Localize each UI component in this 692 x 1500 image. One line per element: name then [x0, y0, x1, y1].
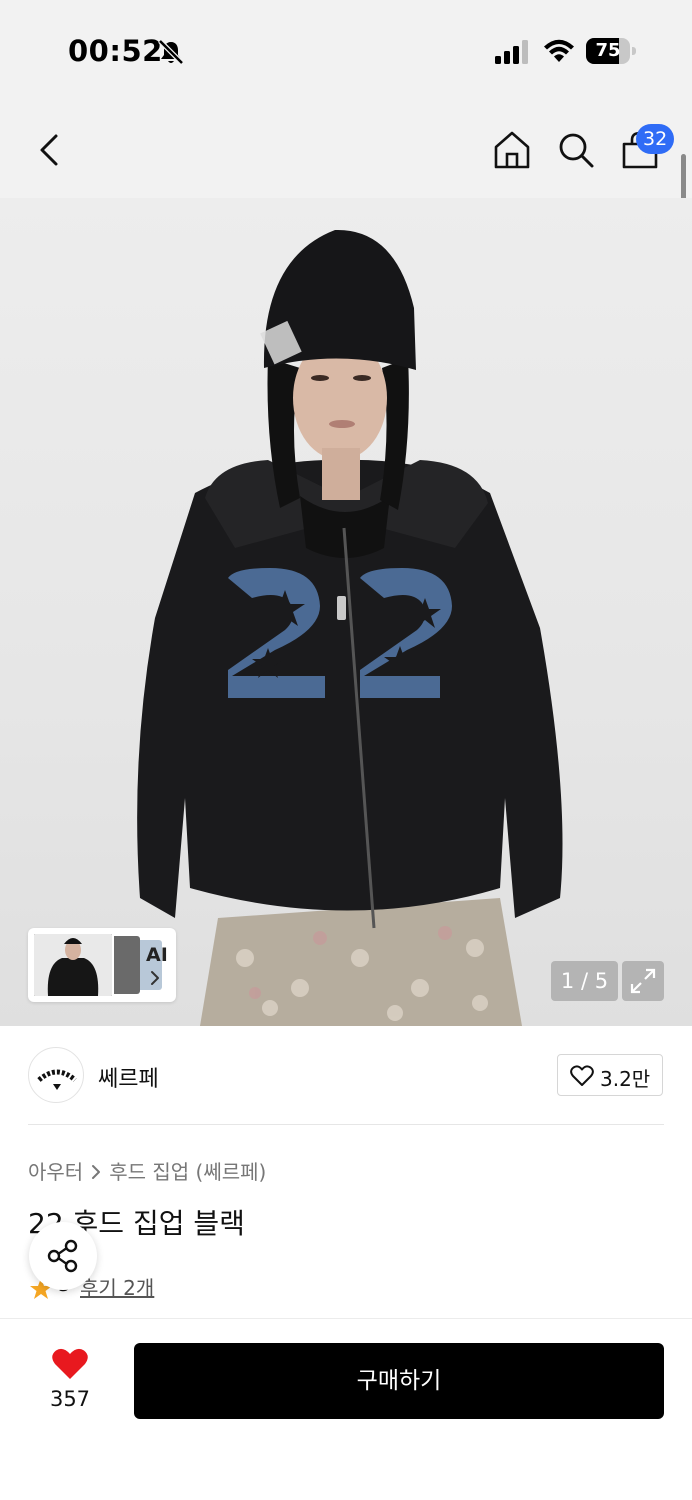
- search-icon[interactable]: [554, 128, 598, 172]
- wishlist-button[interactable]: 357: [30, 1345, 110, 1419]
- chevron-right-icon: [92, 1165, 101, 1179]
- ai-thumbnail-card[interactable]: AI: [28, 928, 176, 1002]
- share-button[interactable]: [29, 1222, 97, 1290]
- back-arrow-icon[interactable]: [30, 128, 70, 172]
- home-icon[interactable]: [490, 128, 534, 172]
- cellular-signal-icon: [495, 40, 528, 64]
- brand-row: 쎄르페 3.2만: [0, 1026, 692, 1126]
- heart-filled-icon: [52, 1348, 88, 1379]
- wishlist-count: 357: [49, 1387, 91, 1411]
- battery-level: 75: [595, 40, 621, 61]
- product-image[interactable]: [0, 198, 692, 1026]
- review-link[interactable]: 후기 2개: [80, 1272, 154, 1301]
- wifi-icon: [544, 39, 574, 62]
- bell-off-icon: [158, 39, 184, 65]
- product-photo: [137, 229, 563, 1026]
- breadcrumb-category[interactable]: 아우터: [28, 1160, 83, 1184]
- divider: [28, 1124, 664, 1125]
- brand-name[interactable]: 쎄르페: [98, 1061, 159, 1093]
- breadcrumb-subcategory[interactable]: 후드 집업 (쎄르페): [109, 1160, 266, 1184]
- brand-logo[interactable]: [28, 1047, 84, 1103]
- thumbnail-1: [32, 932, 114, 998]
- share-icon: [47, 1239, 78, 1273]
- battery-indicator: 75: [586, 38, 636, 64]
- expand-icon: [630, 968, 656, 994]
- cart-count-badge: 32: [636, 124, 675, 154]
- status-bar: 00:52 75: [0, 0, 692, 100]
- thumbnail-2: [110, 936, 140, 994]
- top-nav-bar: [0, 100, 692, 198]
- buy-button[interactable]: 구매하기: [134, 1343, 664, 1419]
- bottom-action-bar: 357 구매하기: [0, 1318, 692, 1500]
- brand-like-button[interactable]: 3.2만: [557, 1054, 663, 1096]
- image-page-indicator: 1 / 5: [551, 961, 618, 1001]
- brand-like-count: 3.2만: [600, 1067, 651, 1091]
- heart-outline-icon: [570, 1065, 594, 1086]
- breadcrumb: 아우터 후드 집업 (쎄르페): [28, 1156, 266, 1185]
- status-time: 00:52: [68, 34, 163, 68]
- fullscreen-button[interactable]: [622, 961, 664, 1001]
- ai-label: AI: [146, 944, 168, 966]
- chevron-right-icon: [151, 971, 159, 985]
